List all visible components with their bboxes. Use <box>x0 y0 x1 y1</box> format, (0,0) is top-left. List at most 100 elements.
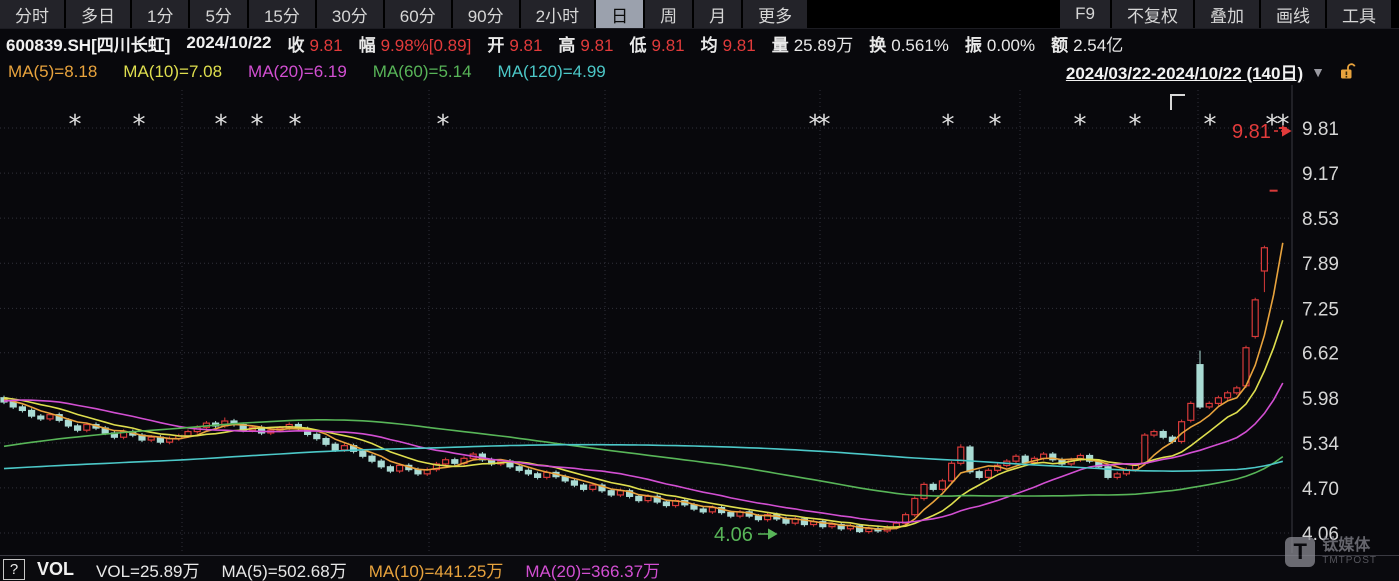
svg-text:*: * <box>1129 110 1142 140</box>
price-tick: 4.70 <box>1302 479 1339 500</box>
date-range-label[interactable]: 2024/03/22-2024/10/22 (140日) <box>1066 59 1303 84</box>
period-tab-多日[interactable]: 多日 <box>66 0 130 28</box>
price-tick: 6.62 <box>1302 344 1339 365</box>
toolbar-button-不复权[interactable]: 不复权 <box>1112 0 1193 28</box>
period-tab-60分[interactable]: 60分 <box>385 0 451 28</box>
quote-field-高: 高 9.81 <box>558 31 613 56</box>
ma-label: MA(5)=8.18 <box>8 62 97 82</box>
stock-symbol[interactable]: 600839.SH[四川长虹] <box>6 31 170 56</box>
quote-field-value: 2.54亿 <box>1073 36 1123 55</box>
period-tab-15分[interactable]: 15分 <box>249 0 315 28</box>
vol-labels: VOL=25.89万MA(5)=502.68万MA(10)=441.25万MA(… <box>74 557 660 581</box>
toolbar-right: F9不复权叠加画线工具 <box>1060 0 1393 28</box>
quote-field-均: 均 9.81 <box>701 31 756 56</box>
event-marks: *************** <box>69 110 1290 140</box>
low-price-annotation: 4.06 <box>714 524 753 546</box>
price-axis: 9.819.178.537.897.256.625.985.344.704.06 <box>1292 85 1339 553</box>
svg-text:*: * <box>989 110 1002 140</box>
toolbar-button-画线[interactable]: 画线 <box>1261 0 1325 28</box>
candlestick-chart[interactable]: ***************9.819.178.537.897.256.625… <box>0 85 1399 555</box>
corner-mark <box>1171 95 1185 110</box>
quote-field-额: 额 2.54亿 <box>1051 31 1123 56</box>
quote-field-value: 0.561% <box>891 36 949 55</box>
ma-labels: MA(5)=8.18MA(10)=7.08MA(20)=6.19MA(60)=5… <box>0 62 624 82</box>
quote-field-label: 换 <box>869 36 886 55</box>
ma-line-20 <box>4 383 1283 522</box>
svg-text:*: * <box>251 110 264 140</box>
toolbar-button-工具[interactable]: 工具 <box>1327 0 1391 28</box>
price-tick: 8.53 <box>1302 209 1339 230</box>
period-tab-更多[interactable]: 更多 <box>743 0 807 28</box>
period-tab-5分[interactable]: 5分 <box>190 0 246 28</box>
price-tick: 7.89 <box>1302 254 1339 275</box>
help-icon[interactable]: ? <box>3 559 25 580</box>
ma-lines <box>4 243 1283 529</box>
period-tab-1分[interactable]: 1分 <box>132 0 188 28</box>
period-tab-分时[interactable]: 分时 <box>0 0 64 28</box>
price-tick: 5.98 <box>1302 389 1339 410</box>
quote-field-label: 均 <box>701 36 718 55</box>
quote-field-开: 开 9.81 <box>487 31 542 56</box>
svg-text:*: * <box>289 110 302 140</box>
quote-fields: 收9.81 幅 9.98%[0.89] 开 9.81 高 9.81 低9.81 均 9.81 量25… <box>271 31 1123 56</box>
svg-text:*: * <box>1074 110 1087 140</box>
toolbar-spacer <box>809 0 1060 28</box>
period-tab-日[interactable]: 日 <box>596 0 643 28</box>
watermark-cn: 钛媒体 <box>1322 538 1377 554</box>
range-controls: 2024/03/22-2024/10/22 (140日) ▼ <box>1066 58 1357 85</box>
toolbar-button-F9[interactable]: F9 <box>1060 0 1110 28</box>
price-tick: 5.34 <box>1302 434 1339 455</box>
period-toolbar: 分时多日1分5分15分30分60分90分2小时日周月更多 F9不复权叠加画线工具 <box>0 0 1399 29</box>
quote-field-幅: 幅 9.98%[0.89] <box>359 31 472 56</box>
candles <box>1 128 1287 534</box>
annotations: 4.06 9.81 <box>714 95 1290 546</box>
period-tab-90分[interactable]: 90分 <box>453 0 519 28</box>
toolbar-button-叠加[interactable]: 叠加 <box>1195 0 1259 28</box>
ma-label: MA(20)=6.19 <box>248 62 347 82</box>
quote-field-label: 幅 <box>359 36 376 55</box>
volume-indicator-bar: ? VOL VOL=25.89万MA(5)=502.68万MA(10)=441.… <box>0 555 1399 581</box>
vol-title[interactable]: VOL <box>37 559 74 580</box>
chevron-down-icon[interactable]: ▼ <box>1311 64 1325 80</box>
price-tick: 9.17 <box>1302 164 1339 185</box>
period-tab-30分[interactable]: 30分 <box>317 0 383 28</box>
period-tab-月[interactable]: 月 <box>694 0 741 28</box>
quote-field-label: 开 <box>487 36 504 55</box>
price-tick: 9.81 <box>1302 119 1339 140</box>
svg-text:*: * <box>69 110 82 140</box>
quote-field-label: 高 <box>558 36 575 55</box>
quote-field-value: 9.81 <box>580 36 613 55</box>
quote-field-value: 9.81 <box>309 36 342 55</box>
ma-line-10 <box>4 320 1283 527</box>
ma-label: MA(120)=4.99 <box>498 62 606 82</box>
quote-field-量: 量25.89万 <box>772 31 854 56</box>
quote-field-收: 收9.81 <box>287 31 342 56</box>
svg-text:*: * <box>818 110 831 140</box>
watermark-en: TMTPOST <box>1322 556 1377 566</box>
quote-field-value: 0.00% <box>987 36 1035 55</box>
svg-text:*: * <box>1204 110 1217 140</box>
lock-icon[interactable] <box>1337 62 1357 82</box>
vol-label: MA(20)=366.37万 <box>525 557 660 581</box>
quote-field-value: 9.81 <box>509 36 542 55</box>
quote-info-bar: 600839.SH[四川长虹] 2024/10/22 收9.81 幅 9.98%[0… <box>0 29 1399 57</box>
quote-date: 2024/10/22 <box>186 33 271 53</box>
quote-field-label: 量 <box>772 36 789 55</box>
svg-text:*: * <box>215 110 228 140</box>
ma-line-5 <box>4 243 1283 529</box>
quote-field-label: 振 <box>965 36 982 55</box>
vol-label: MA(10)=441.25万 <box>369 557 504 581</box>
period-tab-周[interactable]: 周 <box>645 0 692 28</box>
svg-text:*: * <box>133 110 146 140</box>
quote-field-label: 额 <box>1051 36 1068 55</box>
current-price-annotation: 9.81 <box>1232 121 1271 143</box>
svg-text:*: * <box>1277 110 1290 140</box>
vol-label: MA(5)=502.68万 <box>222 557 347 581</box>
period-tab-2小时[interactable]: 2小时 <box>521 0 594 28</box>
svg-text:*: * <box>942 110 955 140</box>
quote-field-value: 9.98%[0.89] <box>381 36 472 55</box>
ma-label: MA(60)=5.14 <box>373 62 472 82</box>
quote-field-低: 低9.81 <box>630 31 685 56</box>
quote-field-value: 9.81 <box>723 36 756 55</box>
tmtpost-watermark: T 钛媒体 TMTPOST <box>1285 537 1377 567</box>
